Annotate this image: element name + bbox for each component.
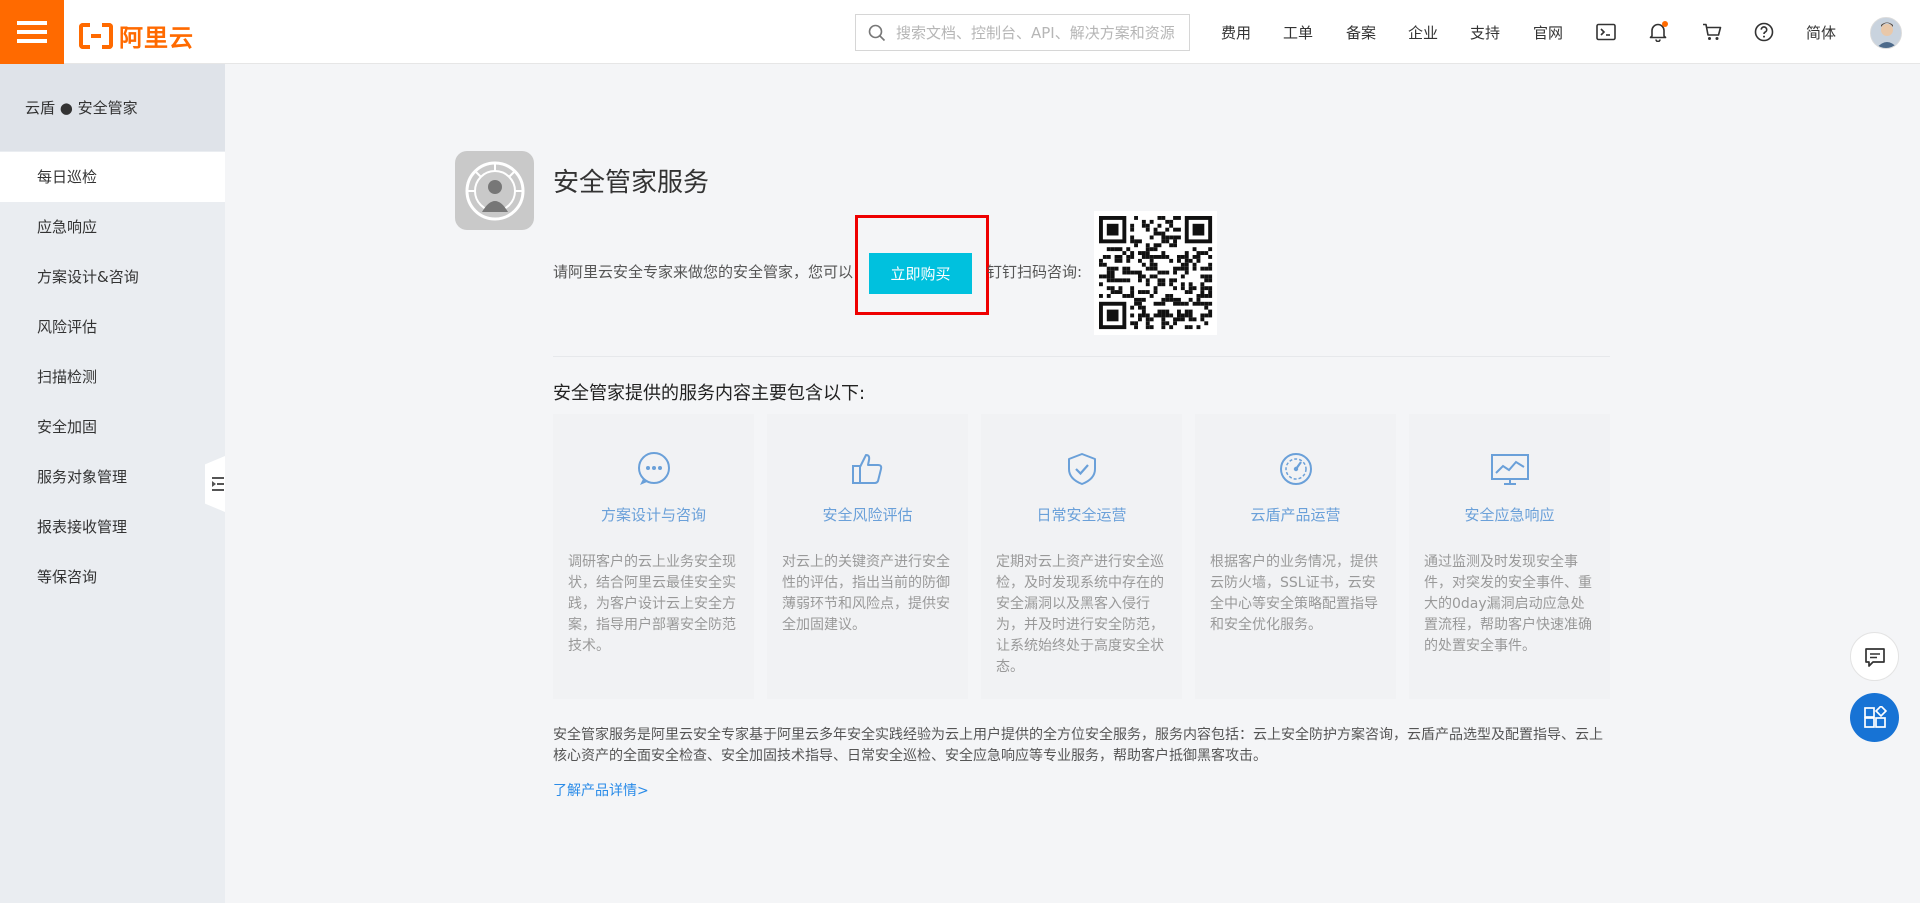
bell-icon[interactable] <box>1646 20 1670 44</box>
card-description: 对云上的关键资产进行安全性的评估，指出当前的防御薄弱环节和风险点，提供安全加固建… <box>782 554 950 633</box>
service-card: 安全应急响应 通过监测及时发现安全事件，对突发的安全事件、重大的0day漏洞启动… <box>1409 414 1610 699</box>
card-description: 调研客户的云上业务安全现状，结合阿里云最佳安全实践，为客户设计云上安全方案，指导… <box>568 554 736 654</box>
search-icon <box>868 24 886 41</box>
service-card: 方案设计与咨询 调研客户的云上业务安全现状，结合阿里云最佳安全实践，为客户设计云… <box>553 414 754 699</box>
monitor-chart-icon <box>1490 454 1529 485</box>
card-title: 方案设计与咨询 <box>600 506 706 524</box>
cart-icon[interactable] <box>1700 20 1724 44</box>
dingtalk-qr-code <box>1094 211 1217 335</box>
language-switch[interactable]: 简体 <box>1806 0 1836 64</box>
aliyun-logo[interactable]: 阿里云 <box>79 18 194 53</box>
service-card: 日常安全运营 定期对云上资产进行安全巡检，及时发现系统中存在的安全漏洞以及黑客入… <box>981 414 1182 699</box>
product-details-link[interactable]: 了解产品详情> <box>553 780 649 800</box>
hamburger-bar <box>17 21 47 25</box>
collapse-icon <box>211 477 224 491</box>
notification-dot <box>1662 21 1668 27</box>
section-title: 安全管家提供的服务内容主要包含以下: <box>553 383 866 404</box>
top-bar: 阿里云 费用 工单 备案 企业 支持 官网 简体 <box>0 0 1920 64</box>
sidebar-item-scan-detection[interactable]: 扫描检测 <box>0 352 225 402</box>
sidebar-item-risk-assessment[interactable]: 风险评估 <box>0 302 225 352</box>
intro-text: 请阿里云安全专家来做您的安全管家，您可以 <box>553 263 854 281</box>
gauge-icon <box>1279 453 1312 485</box>
sidebar-collapse-handle[interactable] <box>205 456 225 512</box>
service-description: 安全管家服务是阿里云安全专家基于阿里云多年安全实践经验为云上用户提供的全方位安全… <box>553 727 1603 764</box>
sidebar-item-service-objects[interactable]: 服务对象管理 <box>0 452 225 502</box>
sidebar-item-compliance-consulting[interactable]: 等保咨询 <box>0 552 225 602</box>
card-description: 通过监测及时发现安全事件，对突发的安全事件、重大的0day漏洞启动应急处置流程，… <box>1424 554 1592 654</box>
nav-billing[interactable]: 费用 <box>1221 0 1251 64</box>
security-butler-icon <box>465 161 524 220</box>
sidebar: 云盾 ● 安全管家 每日巡检 应急响应 方案设计&咨询 风险评估 扫描检测 安全… <box>0 64 225 903</box>
nav-icp[interactable]: 备案 <box>1346 0 1376 64</box>
nav-tickets[interactable]: 工单 <box>1283 0 1313 64</box>
nav-official-site[interactable]: 官网 <box>1533 0 1563 64</box>
service-card: 云盾产品运营 根据客户的业务情况，提供云防火墙，SSL证书，云安全中心等安全策略… <box>1195 414 1396 699</box>
scan-consult-text: 钉钉扫码咨询: <box>987 263 1083 281</box>
thumbs-up-icon <box>851 454 882 484</box>
service-logo <box>455 151 534 230</box>
service-card: 安全风险评估 对云上的关键资产进行安全性的评估，指出当前的防御薄弱环节和风险点，… <box>767 414 968 699</box>
page-title: 安全管家服务 <box>553 168 710 198</box>
divider <box>553 356 1610 357</box>
chat-icon <box>1864 647 1885 667</box>
sidebar-item-report-receiving[interactable]: 报表接收管理 <box>0 502 225 552</box>
global-search[interactable] <box>855 14 1190 51</box>
chat-bubble-icon <box>637 452 670 485</box>
sidebar-title: 云盾 ● 安全管家 <box>0 64 225 151</box>
card-title: 云盾产品运营 <box>1250 506 1341 524</box>
card-description: 根据客户的业务情况，提供云防火墙，SSL证书，云安全中心等安全策略配置指导和安全… <box>1210 554 1378 633</box>
shield-check-icon <box>1067 453 1096 485</box>
hamburger-bar <box>17 39 47 43</box>
terminal-icon[interactable] <box>1594 20 1618 44</box>
apps-icon <box>1863 705 1887 728</box>
card-description: 定期对云上资产进行安全巡检，及时发现系统中存在的安全漏洞以及黑客入侵行为，并及时… <box>996 554 1164 675</box>
nav-enterprise[interactable]: 企业 <box>1408 0 1438 64</box>
feedback-button[interactable] <box>1850 632 1899 681</box>
avatar[interactable] <box>1870 17 1902 49</box>
nav-support[interactable]: 支持 <box>1470 0 1500 64</box>
search-input[interactable] <box>896 23 1186 42</box>
sidebar-item-emergency-response[interactable]: 应急响应 <box>0 202 225 252</box>
sidebar-item-solution-design[interactable]: 方案设计&咨询 <box>0 252 225 302</box>
card-title: 安全风险评估 <box>822 506 913 524</box>
logo-text: 阿里云 <box>119 24 194 52</box>
card-title: 日常安全运营 <box>1036 506 1127 524</box>
sidebar-item-hardening[interactable]: 安全加固 <box>0 402 225 452</box>
buy-now-button[interactable]: 立即购买 <box>869 253 972 294</box>
help-icon[interactable] <box>1752 20 1776 44</box>
aliyun-logo-icon <box>79 22 113 49</box>
hamburger-bar <box>17 30 47 34</box>
quick-apps-button[interactable] <box>1850 693 1899 742</box>
card-title: 安全应急响应 <box>1464 506 1555 524</box>
sidebar-menu: 每日巡检 应急响应 方案设计&咨询 风险评估 扫描检测 安全加固 服务对象管理 … <box>0 152 225 602</box>
sidebar-item-daily-inspection[interactable]: 每日巡检 <box>0 152 225 202</box>
menu-toggle-button[interactable] <box>0 0 64 64</box>
